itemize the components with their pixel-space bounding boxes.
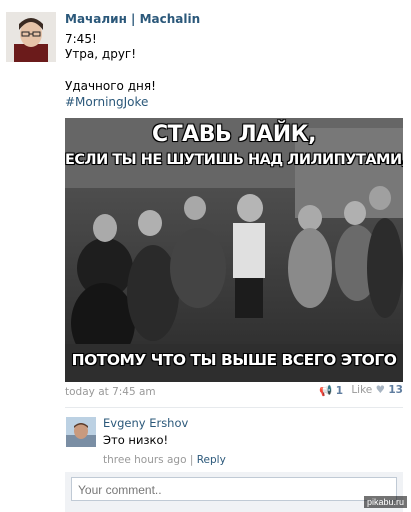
comment-box: Your comment.. — [65, 472, 403, 512]
avatar-image — [6, 12, 56, 62]
comment-text: Это низко! — [103, 433, 169, 447]
post-hashtag[interactable]: #MorningJoke — [65, 95, 148, 109]
like-count: 13 — [388, 384, 403, 396]
meme-caption-top-2: ЕСЛИ ТЫ НЕ ШУТИШЬ НАД ЛИЛИПУТАМИ, — [65, 152, 403, 168]
commenter-avatar[interactable] — [66, 417, 96, 447]
post-text-line: Удачного дня! — [65, 79, 156, 93]
repost-icon: 📢 — [318, 385, 333, 397]
post-footer: today at 7:45 am 📢 1 Like ♥ 13 — [65, 384, 403, 402]
meme-caption-top: СТАВЬ ЛАЙК, — [152, 122, 316, 147]
post-image[interactable]: СТАВЬ ЛАЙК, ЕСЛИ ТЫ НЕ ШУТИШЬ НАД ЛИЛИПУ… — [65, 118, 403, 382]
repost-button[interactable]: 📢 1 — [319, 384, 343, 397]
like-label: Like — [351, 384, 373, 396]
comment-time[interactable]: three hours ago — [103, 454, 187, 466]
post-time[interactable]: today at 7:45 am — [65, 386, 156, 398]
repost-count: 1 — [335, 385, 343, 397]
like-button[interactable]: Like ♥ 13 — [351, 384, 403, 396]
heart-icon: ♥ — [375, 384, 386, 396]
comment-input[interactable]: Your comment.. — [71, 477, 397, 501]
reply-link[interactable]: Reply — [197, 454, 226, 466]
comment-meta: three hours ago | Reply — [103, 454, 226, 466]
post-text-line: Утра, друг! — [65, 47, 137, 61]
meme-caption-bottom: ПОТОМУ ЧТО ТЫ ВЫШЕ ВСЕГО ЭТОГО — [71, 351, 397, 369]
author-avatar[interactable] — [6, 12, 56, 62]
comment-author[interactable]: Evgeny Ershov — [103, 416, 188, 430]
post-author[interactable]: Мачалин | Machalin — [65, 12, 200, 26]
watermark: pikabu.ru — [363, 496, 407, 508]
divider — [65, 407, 403, 408]
meta-separator: | — [189, 454, 194, 466]
commenter-avatar-image — [66, 417, 96, 447]
post-text-line: 7:45! — [65, 32, 97, 46]
